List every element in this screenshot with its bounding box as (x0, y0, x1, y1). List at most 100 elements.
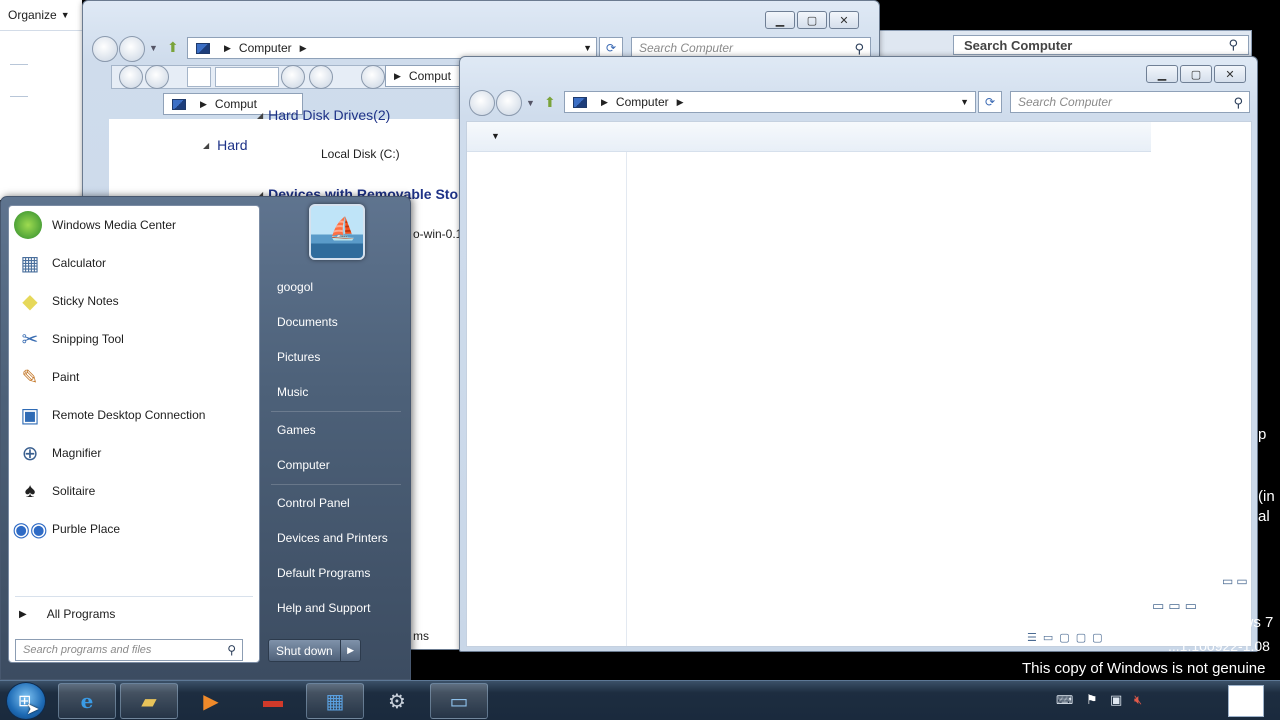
front-explorer-window[interactable]: ▁ ▢ ✕ ▼ ⬆ ▶ Computer ▶ ▼ ⟳ Search Comput… (459, 56, 1258, 652)
left-background-panel: Organize ▼ (0, 0, 82, 200)
keyboard-icon[interactable]: ⌨ (1056, 693, 1073, 707)
chevron-right-icon: ▶ (200, 98, 207, 109)
program-item[interactable]: ✎ Paint (14, 360, 254, 394)
close-icon: ✕ (1225, 68, 1235, 81)
forward-button[interactable] (119, 36, 145, 62)
program-item[interactable]: ♠ Solitaire (14, 474, 254, 508)
program-item[interactable]: Windows Media Center (14, 208, 254, 242)
small-field[interactable] (187, 67, 211, 87)
secondary-search-box[interactable]: Search Computer ⚲ (953, 35, 1249, 55)
details-view-icon[interactable]: ☰ (1027, 631, 1037, 644)
pane-icon[interactable]: ▭ (1168, 598, 1180, 618)
panel-divider (0, 30, 82, 31)
program-item[interactable]: ◉◉ Purble Place (13, 512, 254, 546)
right-item-computer[interactable]: Computer (277, 458, 330, 472)
pane-large-icon[interactable]: ▢ (1092, 631, 1102, 644)
all-programs-button[interactable]: ▶ All Programs (19, 604, 115, 624)
search-icon[interactable]: ⚲ (1233, 95, 1243, 111)
network-icon[interactable]: ▣ (1110, 692, 1122, 708)
pane-icon[interactable]: ▭ (1222, 574, 1233, 590)
search-icon[interactable]: ⚲ (854, 41, 864, 57)
group-header-hard-disk[interactable]: ◢ Hard Disk Drives(2) (257, 107, 390, 123)
taskbar-internet-explorer[interactable]: e (58, 683, 116, 719)
volume-muted-icon[interactable]: 🔇︎ (1134, 692, 1142, 708)
action-center-flag-icon[interactable]: ⚑ (1086, 692, 1098, 708)
organize-dropdown-icon[interactable]: ▼ (491, 131, 500, 141)
search-icon[interactable]: ⚲ (1228, 37, 1238, 53)
back-button[interactable] (361, 65, 385, 89)
up-folder-icon[interactable]: ⬆ (167, 39, 179, 56)
show-desktop-button[interactable] (1228, 685, 1264, 717)
pane-icon[interactable]: ▭ (1236, 574, 1247, 590)
shutdown-button[interactable]: Shut down ▶ (268, 639, 361, 662)
right-item-control-panel[interactable]: Control Panel (277, 496, 350, 510)
right-item-music[interactable]: Music (277, 385, 308, 399)
up-folder-icon[interactable]: ⬆ (544, 94, 556, 111)
close-button[interactable]: ✕ (829, 11, 859, 29)
recent-pages-icon[interactable]: ▼ (526, 98, 535, 108)
partial-device-label: o-win-0.1 (413, 227, 463, 241)
right-item-documents[interactable]: Documents (277, 315, 338, 329)
search-box[interactable]: Search Computer ⚲ (1010, 91, 1250, 113)
calculator-icon: ▦ (20, 252, 40, 275)
taskbar-settings[interactable]: ⚙ (368, 683, 426, 719)
close-button[interactable]: ✕ (1214, 65, 1246, 83)
group-header-hard[interactable]: ◢ Hard (203, 137, 248, 153)
address-dropdown-icon[interactable]: ▼ (960, 97, 969, 107)
pane-icon[interactable]: ▭ (1152, 598, 1164, 618)
remote-desktop-icon: ▣ (20, 404, 40, 427)
back-button[interactable] (92, 36, 118, 62)
preview-view-icon[interactable]: ▭ (1043, 631, 1053, 644)
small-field[interactable] (215, 67, 279, 87)
maximize-button[interactable]: ▢ (1180, 65, 1212, 83)
programs-divider (15, 596, 253, 597)
view-options[interactable]: ☰ ▭ ▢ ▢ ▢ (1027, 628, 1157, 646)
address-dropdown-icon[interactable]: ▼ (583, 43, 592, 53)
window-icon: ▭ (449, 690, 469, 713)
paint-icon: ✎ (21, 366, 39, 389)
taskbar-window[interactable]: ▭ (430, 683, 488, 719)
refresh-button[interactable]: ⟳ (978, 91, 1002, 113)
right-item-help-support[interactable]: Help and Support (277, 601, 370, 615)
address-bar[interactable]: ▶ Computer ▶ ▼ (564, 91, 976, 113)
pane-icon[interactable]: ▭ (1185, 598, 1197, 618)
minimize-button[interactable]: ▁ (1146, 65, 1178, 83)
breadcrumb-computer[interactable]: Computer (616, 95, 669, 109)
back-button[interactable] (469, 90, 495, 116)
taskbar-media-player[interactable]: ▶ (182, 683, 240, 719)
back-button[interactable] (281, 65, 305, 89)
taskbar-toolbox[interactable]: ▬ (244, 683, 302, 719)
media-center-icon (14, 211, 42, 239)
forward-button[interactable] (309, 65, 333, 89)
taskbar-windows-explorer[interactable]: ▰ (120, 683, 178, 719)
back-button[interactable] (119, 65, 143, 89)
pane-small-icon[interactable]: ▢ (1059, 631, 1069, 644)
nested-address-bar[interactable]: ▶ Comput (385, 65, 465, 87)
minimize-button[interactable]: ▁ (765, 11, 795, 29)
program-item[interactable]: ✂ Snipping Tool (14, 322, 254, 356)
user-avatar[interactable]: ⛵ (309, 204, 365, 260)
forward-button[interactable] (145, 65, 169, 89)
program-item[interactable]: ◆ Sticky Notes (14, 284, 254, 318)
pane-medium-icon[interactable]: ▢ (1076, 631, 1086, 644)
maximize-button[interactable]: ▢ (797, 11, 827, 29)
program-item[interactable]: ▦ Calculator (14, 246, 254, 280)
program-item[interactable]: ▣ Remote Desktop Connection (14, 398, 254, 432)
organize-button[interactable]: Organize ▼ (8, 6, 70, 24)
program-item[interactable]: ⊕ Magnifier (14, 436, 254, 470)
breadcrumb-computer[interactable]: Computer (239, 41, 292, 55)
forward-button[interactable] (496, 90, 522, 116)
shutdown-options-arrow-icon[interactable]: ▶ (340, 640, 360, 661)
windows-build-label: ...1.100922-1.08 (1168, 638, 1270, 654)
right-item-devices-printers[interactable]: Devices and Printers (277, 531, 388, 545)
right-item-googol[interactable]: googol (277, 280, 313, 294)
start-search-input[interactable]: Search programs and files ⚲ (15, 639, 243, 661)
right-item-pictures[interactable]: Pictures (277, 350, 320, 364)
search-icon[interactable]: ⚲ (227, 643, 236, 657)
right-item-default-programs[interactable]: Default Programs (277, 566, 370, 580)
recent-pages-icon[interactable]: ▼ (149, 43, 158, 53)
right-item-games[interactable]: Games (277, 423, 316, 437)
local-disk-item[interactable]: Local Disk (C:) (321, 147, 400, 161)
taskbar-control-panel[interactable]: ▦ (306, 683, 364, 719)
view-buttons-strip-top[interactable]: ▭ ▭ (1222, 574, 1252, 590)
